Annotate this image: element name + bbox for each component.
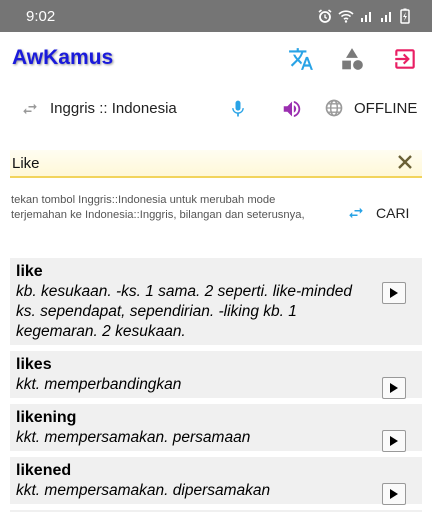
mode-toggle-button[interactable] (324, 98, 344, 123)
search-field (10, 150, 422, 178)
entry-definition: kkt. mempersamakan. persamaan (16, 429, 251, 446)
results-list: like kb. kesukaan. -ks. 1 sama. 2 sepert… (10, 258, 422, 512)
play-icon (390, 383, 398, 393)
mic-icon (232, 100, 244, 117)
play-button[interactable] (382, 430, 406, 452)
language-pair-label[interactable]: Inggris :: Indonesia (50, 100, 177, 117)
play-button[interactable] (382, 377, 406, 399)
wifi-icon (338, 10, 354, 23)
entry-definition: kkt. mempersamakan. dipersamakan (16, 482, 271, 499)
play-icon (390, 436, 398, 446)
status-icons (318, 8, 410, 24)
exit-button[interactable] (390, 44, 420, 74)
play-icon (390, 288, 398, 298)
signal-icon (361, 12, 371, 22)
list-item[interactable]: likening kkt. mempersamakan. persamaan (10, 404, 422, 452)
app-bar: AwKamus (0, 32, 432, 86)
entry-word: likened (16, 462, 72, 479)
list-item[interactable]: like kb. kesukaan. -ks. 1 sama. 2 sepert… (10, 258, 422, 345)
shapes-icon (342, 48, 363, 70)
screen: 9:02 AwKamus Inggris :: Indonesia OFFLIN… (0, 0, 432, 512)
swap-icon (349, 207, 363, 219)
entry-definition: kb. kesukaan. -ks. 1 sama. 2 seperti. li… (16, 283, 352, 340)
swap-icon (23, 103, 37, 115)
close-icon (398, 155, 412, 169)
app-title: AwKamus (12, 46, 114, 69)
play-button[interactable] (382, 282, 406, 304)
speak-button[interactable] (281, 98, 303, 125)
language-row: Inggris :: Indonesia OFFLINE (0, 92, 432, 126)
battery-charging-icon (400, 8, 410, 24)
signal-icon (381, 12, 391, 22)
list-item[interactable]: likened kkt. mempersamakan. dipersamakan (10, 457, 422, 505)
search-input[interactable] (12, 152, 382, 174)
globe-icon (325, 99, 343, 117)
status-bar: 9:02 (0, 0, 432, 32)
play-icon (390, 489, 398, 499)
list-item[interactable]: likes kkt. memperbandingkan (10, 351, 422, 399)
exit-icon (395, 49, 415, 69)
speaker-icon (283, 100, 301, 118)
entry-definition: kkt. memperbandingkan (16, 376, 182, 393)
swap-language-button[interactable] (20, 100, 40, 123)
status-time: 9:02 (26, 8, 56, 25)
categories-button[interactable] (337, 44, 367, 74)
entry-word: likes (16, 356, 52, 373)
translate-button[interactable] (286, 44, 316, 74)
voice-input-button[interactable] (228, 98, 248, 125)
mode-label[interactable]: OFFLINE (354, 100, 417, 117)
search-button-label: CARI (376, 205, 410, 221)
hint-text: tekan tombol Inggris::Indonesia untuk me… (11, 194, 305, 221)
alarm-icon (318, 9, 332, 23)
play-button[interactable] (382, 483, 406, 505)
clear-search-button[interactable] (396, 153, 414, 176)
entry-word: likening (16, 409, 77, 426)
translate-icon (289, 48, 313, 70)
entry-word: like (16, 263, 43, 280)
search-button[interactable]: CARI (346, 204, 409, 222)
